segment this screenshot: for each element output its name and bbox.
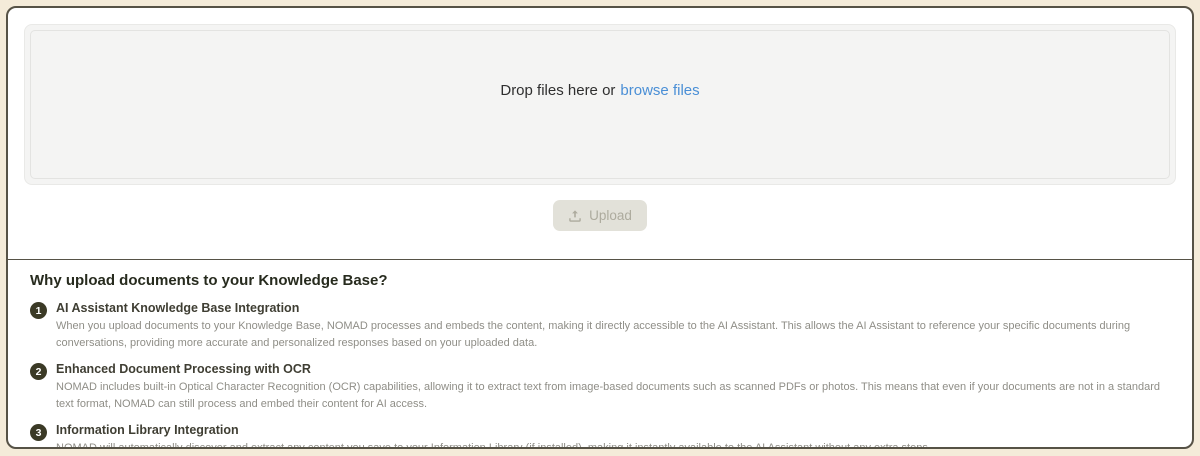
item-content: Information Library Integration NOMAD wi… [56,423,1170,449]
list-item: 3 Information Library Integration NOMAD … [24,423,1170,449]
dropzone-prompt: Drop files here or browse files [500,82,699,99]
step-3-badge: 3 [30,424,47,441]
item-title: AI Assistant Knowledge Base Integration [56,301,1170,315]
upload-section: Drop files here or browse files Upload [8,8,1192,259]
upload-button[interactable]: Upload [553,200,647,231]
item-title: Enhanced Document Processing with OCR [56,362,1170,376]
item-body: When you upload documents to your Knowle… [56,318,1170,351]
upload-button-row: Upload [24,185,1176,259]
item-body: NOMAD will automatically discover and ex… [56,440,1170,449]
step-2-badge: 2 [30,363,47,380]
upload-button-label: Upload [589,208,632,223]
file-dropzone[interactable]: Drop files here or browse files [24,24,1176,185]
list-item: 2 Enhanced Document Processing with OCR … [24,362,1170,412]
upload-panel: Drop files here or browse files Upload W… [6,6,1194,449]
item-content: Enhanced Document Processing with OCR NO… [56,362,1170,412]
info-section: Why upload documents to your Knowledge B… [8,259,1192,449]
step-1-badge: 1 [30,302,47,319]
item-content: AI Assistant Knowledge Base Integration … [56,301,1170,351]
upload-icon [568,209,582,223]
browse-files-link[interactable]: browse files [620,82,699,99]
dropzone-prompt-text: Drop files here or [500,82,615,99]
item-title: Information Library Integration [56,423,1170,437]
info-heading: Why upload documents to your Knowledge B… [24,272,1170,289]
list-item: 1 AI Assistant Knowledge Base Integratio… [24,301,1170,351]
item-body: NOMAD includes built-in Optical Characte… [56,379,1170,412]
